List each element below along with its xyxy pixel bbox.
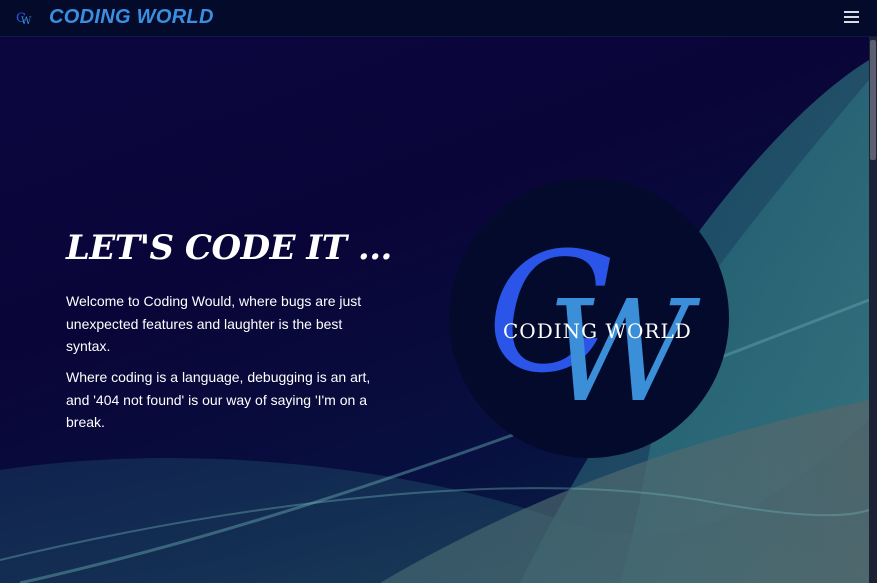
hamburger-line — [844, 16, 859, 18]
hamburger-line — [844, 11, 859, 13]
svg-text:W: W — [21, 16, 32, 27]
coding-world-logo: C W CODING WORLD — [449, 178, 729, 458]
page: C W CODING WORLD LET'S CODE IT ... Welco… — [0, 0, 877, 583]
hamburger-menu-icon[interactable] — [844, 11, 860, 25]
logo-letter-w: W — [547, 271, 701, 434]
scrollbar-thumb[interactable] — [870, 40, 876, 160]
logo-text: CODING WORLD — [503, 319, 692, 343]
logo-graphic: C W CODING WORLD — [487, 217, 701, 434]
hamburger-line — [844, 21, 859, 23]
hero-paragraph-intro: Welcome to Coding Would, where bugs are … — [66, 293, 362, 354]
brand-title[interactable]: CODING WORLD — [49, 6, 214, 29]
top-navbar: C W CODING WORLD — [0, 0, 877, 37]
hero-heading: LET'S CODE IT ... — [66, 228, 392, 268]
cw-logo-icon[interactable]: C W — [15, 9, 35, 27]
hero-paragraph-tagline: Where coding is a language, debugging is… — [66, 369, 371, 430]
